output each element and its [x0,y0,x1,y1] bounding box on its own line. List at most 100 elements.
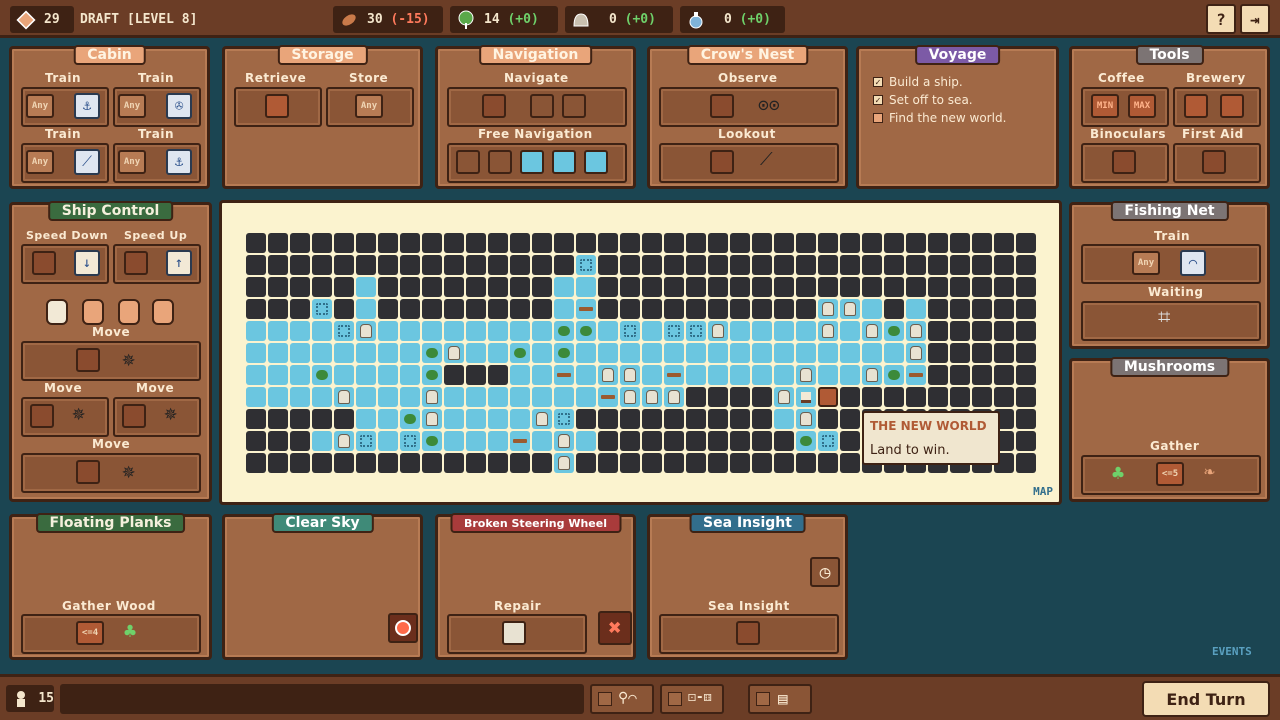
map-tile[interactable] [730,321,750,341]
fishing-train-slot[interactable] [1081,244,1261,284]
map-tile[interactable] [840,321,860,341]
map-tile[interactable] [862,233,882,253]
map-tile[interactable] [774,409,794,429]
map-tile[interactable] [422,321,442,341]
map-tile[interactable] [444,431,464,451]
map-tile[interactable] [708,431,728,451]
map-tile[interactable] [400,299,420,319]
map-tile[interactable] [818,365,838,385]
map-tile[interactable] [576,255,596,275]
map-tile[interactable] [554,255,574,275]
map-tile[interactable] [598,365,618,385]
map-tile[interactable] [422,453,442,473]
map-tile[interactable] [290,321,310,341]
map-tile[interactable] [862,299,882,319]
map-tile[interactable] [928,387,948,407]
map-tile[interactable] [378,409,398,429]
map-tile[interactable] [620,387,640,407]
map-tile[interactable] [400,343,420,363]
map-tile[interactable] [246,299,266,319]
map-tile[interactable] [752,365,772,385]
map-tile[interactable] [268,277,288,297]
map-tile[interactable] [818,299,838,319]
map-tile[interactable] [840,277,860,297]
map-tile[interactable] [268,409,288,429]
map-tile[interactable] [532,343,552,363]
map-tile[interactable] [774,343,794,363]
map-tile[interactable] [686,321,706,341]
map-tile[interactable] [576,365,596,385]
map-tile[interactable] [994,255,1014,275]
map-tile[interactable] [928,299,948,319]
map-tile[interactable] [1016,431,1036,451]
map-tile[interactable] [510,277,530,297]
map-tile[interactable] [246,233,266,253]
move-slot-4[interactable] [21,453,201,493]
map-tile[interactable] [752,255,772,275]
map-tile[interactable] [642,365,662,385]
map-tile[interactable] [664,409,684,429]
map-tile[interactable] [620,255,640,275]
map-tile[interactable] [994,343,1014,363]
map-tile[interactable] [290,233,310,253]
map-tile[interactable] [246,387,266,407]
map-tile[interactable] [378,321,398,341]
map-tile[interactable] [642,299,662,319]
map-tile[interactable] [400,233,420,253]
map-tile[interactable] [246,277,266,297]
map-tile[interactable] [752,409,772,429]
map-tile[interactable] [334,453,354,473]
map-tile[interactable] [884,233,904,253]
map-tile[interactable] [576,277,596,297]
map-tile[interactable] [708,277,728,297]
map-tile[interactable] [598,387,618,407]
map-tile[interactable] [554,277,574,297]
map-tile[interactable] [312,233,332,253]
map-tile[interactable] [796,431,816,451]
map-tile[interactable] [598,299,618,319]
map-tile[interactable] [268,321,288,341]
map-tile[interactable] [576,299,596,319]
map-tile[interactable] [510,453,530,473]
map-tile[interactable] [752,431,772,451]
map-tile[interactable] [532,321,552,341]
map-tile[interactable] [378,365,398,385]
map-tile[interactable] [488,277,508,297]
map-tile[interactable] [928,343,948,363]
map-tile[interactable] [620,409,640,429]
map-tile[interactable] [708,321,728,341]
map-tile[interactable] [906,387,926,407]
map-tile[interactable] [972,299,992,319]
map-tile[interactable] [1016,255,1036,275]
map-tile[interactable] [554,299,574,319]
map-tile[interactable] [400,387,420,407]
map-tile[interactable] [620,233,640,253]
map-tile[interactable] [950,233,970,253]
map-tile[interactable] [620,321,640,341]
map-tile[interactable] [796,321,816,341]
map-tile[interactable] [884,387,904,407]
map-tile[interactable] [444,255,464,275]
map-tile[interactable] [994,365,1014,385]
map-tile[interactable] [466,233,486,253]
map-tile[interactable] [268,255,288,275]
map-tile[interactable] [334,277,354,297]
map-tile[interactable] [246,431,266,451]
map-tile[interactable] [422,343,442,363]
map-tile[interactable] [818,277,838,297]
map-tile[interactable] [576,431,596,451]
map-tile[interactable] [686,387,706,407]
map-tile[interactable] [488,255,508,275]
map-tile[interactable] [840,409,860,429]
map-tile[interactable] [488,365,508,385]
map-tile[interactable] [642,233,662,253]
map-tile[interactable] [268,299,288,319]
map-tile[interactable] [510,233,530,253]
map-tile[interactable] [466,453,486,473]
map-tile[interactable] [312,453,332,473]
map-tile[interactable] [444,233,464,253]
map-tile[interactable] [356,453,376,473]
map-tile[interactable] [290,409,310,429]
map-tile[interactable] [356,343,376,363]
map-tile[interactable] [268,431,288,451]
